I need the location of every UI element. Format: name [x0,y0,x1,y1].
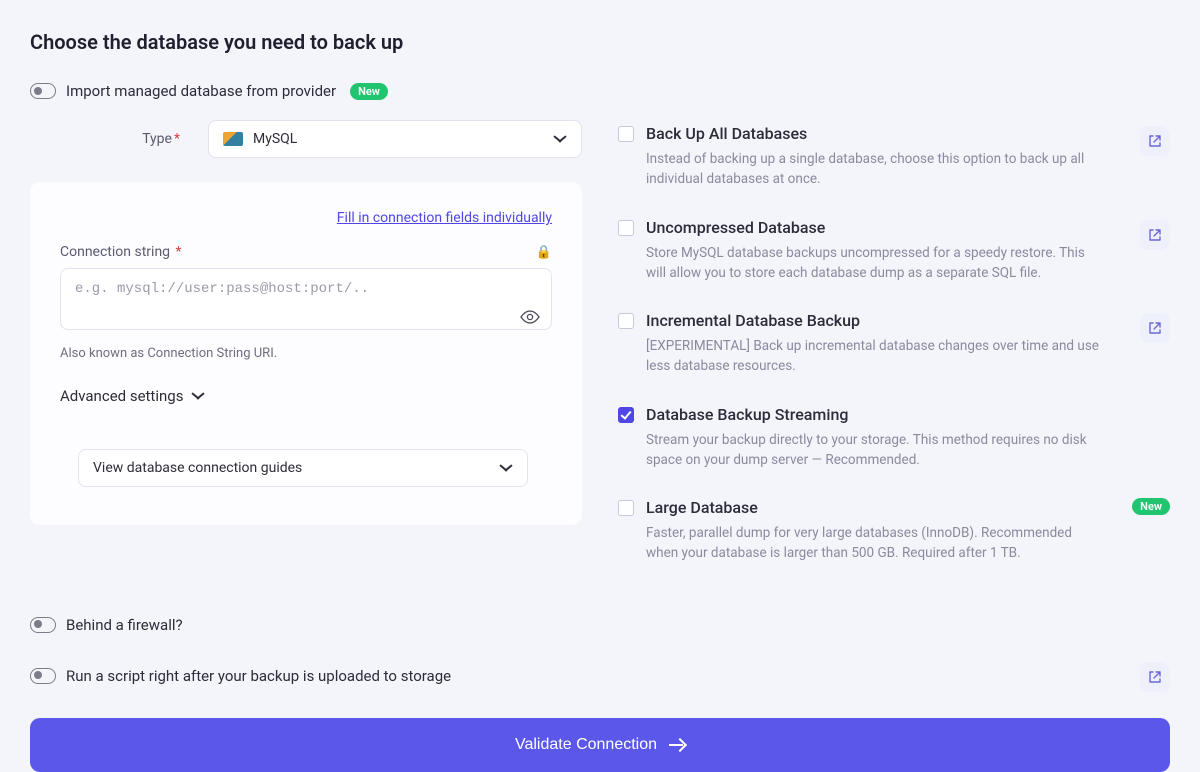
external-link-icon[interactable] [1140,313,1170,343]
connection-string-hint: Also known as Connection String URI. [60,346,552,361]
option-description: Stream your backup directly to your stor… [646,430,1106,471]
option-title: Uncompressed Database [646,218,1128,237]
chevron-down-icon [553,135,567,143]
option-title: Back Up All Databases [646,124,1128,143]
firewall-toggle-row: Behind a firewall? [30,616,1170,634]
firewall-toggle-label: Behind a firewall? [66,616,183,634]
type-selected-value: MySQL [253,131,297,147]
new-badge: New [1132,498,1170,515]
external-link-icon[interactable] [1140,662,1170,692]
post-script-toggle-label: Run a script right after your backup is … [66,667,451,685]
lock-icon: 🔒 [536,245,552,260]
type-select[interactable]: MySQL [208,120,582,158]
firewall-toggle[interactable] [30,617,56,633]
type-label: Type* [30,131,180,147]
external-link-icon[interactable] [1140,126,1170,156]
option-title: Large Database [646,498,1116,517]
import-toggle-label: Import managed database from provider [66,82,336,100]
chevron-down-icon [191,392,205,400]
new-badge: New [350,83,388,100]
guides-select-label: View database connection guides [93,460,302,476]
option-checkbox[interactable] [618,407,634,423]
option-row: Uncompressed Database Store MySQL databas… [618,218,1170,284]
validate-button-label: Validate Connection [515,736,657,754]
option-row: Back Up All Databases Instead of backing … [618,124,1170,190]
option-checkbox[interactable] [618,313,634,329]
fill-individually-link[interactable]: Fill in connection fields individually [337,210,552,226]
option-description: Faster, parallel dump for very large dat… [646,523,1106,564]
connection-string-input[interactable] [60,268,552,330]
post-script-row: Run a script right after your backup is … [30,660,1170,692]
external-link-icon[interactable] [1140,220,1170,250]
chevron-down-icon [499,464,513,472]
connection-panel: Fill in connection fields individually C… [30,182,582,525]
reveal-icon[interactable] [520,310,540,324]
option-checkbox[interactable] [618,126,634,142]
option-description: Store MySQL database backups uncompresse… [646,243,1106,284]
post-script-toggle[interactable] [30,668,56,684]
option-description: [EXPERIMENTAL] Back up incremental datab… [646,336,1106,377]
import-toggle-row: Import managed database from provider Ne… [30,82,1170,100]
option-title: Incremental Database Backup [646,311,1128,330]
option-row: Incremental Database Backup [EXPERIMENTAL… [618,311,1170,377]
option-title: Database Backup Streaming [646,405,1170,424]
arrow-right-icon [669,740,685,750]
option-row: Database Backup Streaming Stream your bac… [618,405,1170,471]
guides-select[interactable]: View database connection guides [78,449,528,487]
advanced-settings-toggle[interactable]: Advanced settings [60,387,552,405]
mysql-icon [223,132,243,146]
option-checkbox[interactable] [618,220,634,236]
option-checkbox[interactable] [618,500,634,516]
connection-string-label: Connection string * [60,244,182,260]
option-row: Large Database Faster, parallel dump for … [618,498,1170,564]
validate-connection-button[interactable]: Validate Connection [30,718,1170,772]
import-toggle[interactable] [30,83,56,99]
page-title: Choose the database you need to back up [30,30,1170,54]
option-description: Instead of backing up a single database,… [646,149,1106,190]
